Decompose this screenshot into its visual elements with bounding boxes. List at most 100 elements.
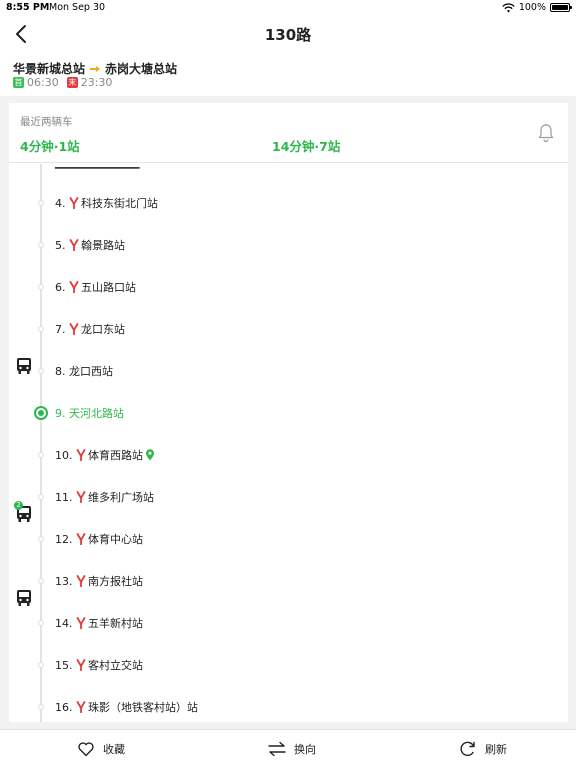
- direction-arrow-icon: [90, 65, 101, 72]
- stop-number: 13.: [55, 574, 76, 588]
- current-stop-marker: [34, 406, 48, 420]
- stop-item-current[interactable]: 9. 天河北路站: [55, 403, 124, 423]
- stop-number: 11.: [55, 490, 76, 504]
- stop-number: 8.: [55, 364, 69, 378]
- stop-name: 龙口东站: [81, 323, 125, 336]
- stop-name: 维多利广场站: [88, 491, 154, 504]
- recent-buses: 最近两辆车 4分钟·1站 14分钟·7站: [9, 103, 568, 163]
- stop-dot: [38, 200, 44, 206]
- reverse-label: 换向: [294, 743, 316, 756]
- stop-name: 科技东街北门站: [81, 197, 158, 210]
- stop-number: 15.: [55, 658, 76, 672]
- metro-icon: [76, 575, 86, 587]
- stop-name: 体育中心站: [88, 533, 143, 546]
- stop-dot: [38, 578, 44, 584]
- stop-item[interactable]: 13. 南方报社站: [55, 571, 143, 591]
- metro-icon: [69, 281, 79, 293]
- route-info: 华景新城总站 赤岗大塘总站 首 06:30 末 23:30: [0, 52, 576, 96]
- status-time: 8:55 PM: [6, 2, 50, 13]
- bus-count-badge: 2: [14, 501, 23, 510]
- stop-dot: [38, 242, 44, 248]
- stop-dot: [38, 452, 44, 458]
- stop-name: 珠影（地铁客村站）站: [88, 701, 198, 714]
- reverse-direction-button[interactable]: 换向: [268, 740, 316, 758]
- bottom-toolbar: 收藏 换向 刷新: [0, 729, 576, 768]
- status-date: Mon Sep 30: [49, 2, 106, 13]
- stop-item[interactable]: 4. 科技东街北门站: [55, 193, 158, 213]
- stop-item[interactable]: 7. 龙口东站: [55, 319, 125, 339]
- location-pin-icon: [146, 449, 154, 461]
- stop-dot: [38, 620, 44, 626]
- stop-dot: [38, 326, 44, 332]
- stop-item[interactable]: 6. 五山路口站: [55, 277, 136, 297]
- metro-icon: [76, 533, 86, 545]
- stop-number: 16.: [55, 700, 76, 714]
- stop-item[interactable]: 8. 龙口西站: [55, 361, 113, 381]
- wifi-icon: [502, 2, 515, 12]
- bus-icon: [17, 358, 31, 374]
- battery-icon: [550, 3, 572, 12]
- swap-arrows-icon: [268, 741, 286, 757]
- metro-icon: [76, 491, 86, 503]
- stop-item[interactable]: 11. 维多利广场站: [55, 487, 154, 507]
- stop-number: 10.: [55, 448, 76, 462]
- stop-dot: [38, 368, 44, 374]
- stop-name: 翰景路站: [81, 239, 125, 252]
- stop-dot: [38, 284, 44, 290]
- metro-icon: [69, 323, 79, 335]
- stop-number: 12.: [55, 532, 76, 546]
- first-bus-tag: 首: [13, 77, 24, 88]
- stop-dot: [38, 704, 44, 710]
- stop-item[interactable]: 12. 体育中心站: [55, 529, 143, 549]
- recent-buses-label: 最近两辆车: [20, 116, 73, 128]
- refresh-button[interactable]: 刷新: [459, 740, 507, 758]
- stop-item[interactable]: 5. 翰景路站: [55, 235, 125, 255]
- stop-name: 南方报社站: [88, 575, 143, 588]
- refresh-icon: [460, 741, 475, 757]
- battery-percent: 100%: [518, 2, 546, 13]
- stop-item[interactable]: 15. 客村立交站: [55, 655, 143, 675]
- last-bus-tag: 末: [66, 77, 78, 88]
- bell-icon[interactable]: [537, 123, 555, 143]
- stop-dot: [38, 494, 44, 500]
- nav-bar: 130路: [0, 16, 576, 52]
- status-right: 100%: [502, 2, 572, 13]
- stop-name: 龙口西站: [69, 365, 113, 378]
- stop-item[interactable]: 16. 珠影（地铁客村站）站: [55, 697, 198, 717]
- metro-icon: [76, 659, 86, 671]
- stop-name: 五山路口站: [81, 281, 136, 294]
- route-direction: 华景新城总站 赤岗大塘总站: [13, 60, 177, 77]
- recent-bus-2: 14分钟·7站: [272, 139, 341, 154]
- bus-icon: [17, 590, 31, 606]
- heart-icon: [78, 742, 94, 757]
- stop-partial-top[interactable]: ▁▁▁▁▁▁▁▁▁▁: [55, 164, 140, 172]
- page-title: 130路: [264, 26, 312, 44]
- metro-icon: [76, 617, 86, 629]
- stop-name: 天河北路站: [69, 407, 124, 420]
- stop-item[interactable]: 10. 体育西路站: [55, 445, 155, 465]
- stop-list[interactable]: ▁▁▁▁▁▁▁▁▁▁ 2 4. 科技东街北门站 5. 翰景路站 6. 五山路口站 7.…: [9, 164, 568, 722]
- metro-icon: [69, 239, 79, 251]
- metro-icon: [69, 197, 79, 209]
- route-from: 华景新城总站: [13, 62, 86, 76]
- stop-item[interactable]: 14. 五羊新村站: [55, 613, 143, 633]
- last-bus-time: 23:30: [80, 76, 113, 89]
- recent-bus-1: 4分钟·1站: [20, 139, 80, 154]
- stop-number: 7.: [55, 322, 69, 336]
- stop-name: 体育西路站: [88, 449, 143, 462]
- refresh-label: 刷新: [485, 743, 507, 756]
- route-card: 最近两辆车 4分钟·1站 14分钟·7站 ▁▁▁▁▁▁▁▁▁▁ 2: [9, 103, 568, 722]
- stop-number: 14.: [55, 616, 76, 630]
- metro-icon: [76, 701, 86, 713]
- metro-icon: [76, 449, 86, 461]
- stop-number: 6.: [55, 280, 69, 294]
- stop-dot: [38, 662, 44, 668]
- stop-number: 5.: [55, 238, 69, 252]
- stop-number: 4.: [55, 196, 69, 210]
- stop-name: 客村立交站: [88, 659, 143, 672]
- favorite-button[interactable]: 收藏: [77, 740, 125, 758]
- route-to: 赤岗大塘总站: [105, 62, 178, 76]
- stop-name: 五羊新村站: [88, 617, 143, 630]
- first-bus-time: 06:30: [27, 76, 59, 89]
- status-bar: 8:55 PM Mon Sep 30 100%: [0, 0, 576, 16]
